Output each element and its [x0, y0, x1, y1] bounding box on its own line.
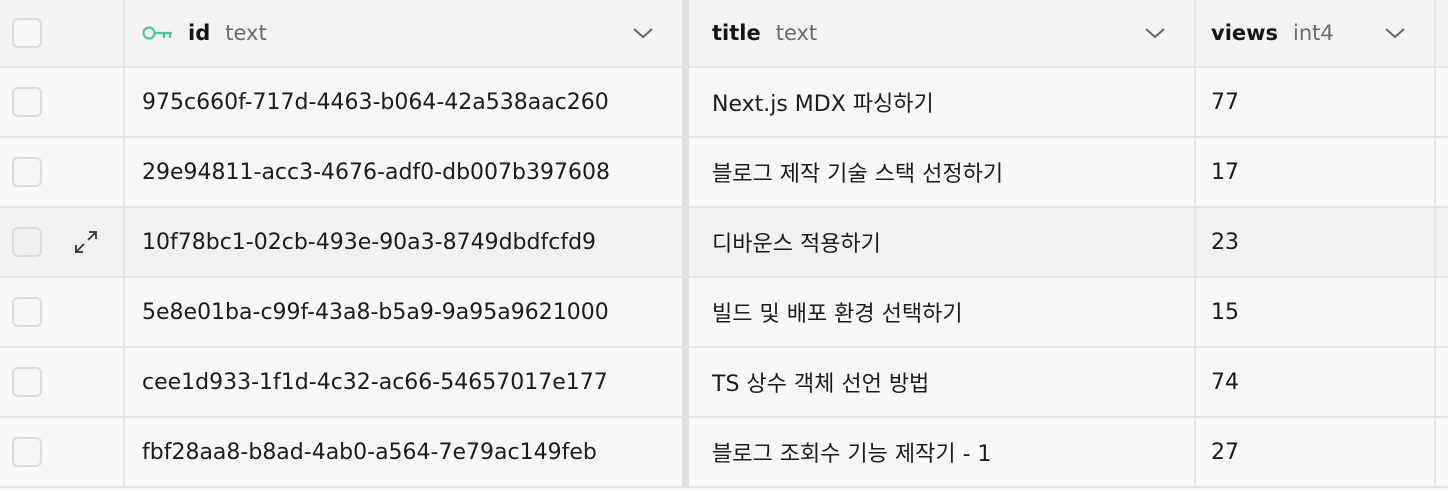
column-name: title: [712, 21, 761, 45]
cell-id[interactable]: 29e94811-acc3-4676-adf0-db007b397608: [125, 138, 689, 206]
row-checkbox[interactable]: [12, 367, 42, 397]
row-filler: [1436, 418, 1448, 486]
table-row[interactable]: 10f78bc1-02cb-493e-90a3-8749dbdfcfd9 디바운…: [0, 208, 1448, 278]
header-filler: [1436, 0, 1448, 66]
row-checkbox[interactable]: [12, 157, 42, 187]
cell-title[interactable]: 디바운스 적용하기: [689, 208, 1196, 276]
row-select-cell: [0, 208, 125, 276]
table-grid: id text title text views int4 975c660f-7: [0, 0, 1448, 490]
cell-views[interactable]: 27: [1196, 418, 1436, 486]
cell-views[interactable]: 15: [1196, 278, 1436, 346]
chevron-down-icon[interactable]: [632, 26, 654, 40]
cell-id[interactable]: 975c660f-717d-4463-b064-42a538aac260: [125, 68, 689, 136]
column-header-views[interactable]: views int4: [1196, 0, 1436, 66]
column-header-title[interactable]: title text: [689, 0, 1196, 66]
row-select-cell: [0, 418, 125, 486]
column-name: id: [188, 21, 211, 45]
row-select-cell: [0, 278, 125, 346]
row-select-cell: [0, 138, 125, 206]
column-name: views: [1211, 21, 1279, 45]
cell-views[interactable]: 17: [1196, 138, 1436, 206]
expand-icon[interactable]: [72, 228, 100, 256]
row-select-cell: [0, 68, 125, 136]
row-filler: [1436, 278, 1448, 346]
cell-id[interactable]: cee1d933-1f1d-4c32-ac66-54657017e177: [125, 348, 689, 416]
table-row[interactable]: cee1d933-1f1d-4c32-ac66-54657017e177 TS …: [0, 348, 1448, 418]
cell-views[interactable]: 23: [1196, 208, 1436, 276]
row-filler: [1436, 138, 1448, 206]
table-row[interactable]: 29e94811-acc3-4676-adf0-db007b397608 블로그…: [0, 138, 1448, 208]
row-filler: [1436, 348, 1448, 416]
column-type: text: [775, 21, 818, 45]
row-select-cell: [0, 348, 125, 416]
header-select-cell: [0, 0, 125, 66]
chevron-down-icon[interactable]: [1384, 26, 1406, 40]
table-header: id text title text views int4: [0, 0, 1448, 68]
table-row[interactable]: 975c660f-717d-4463-b064-42a538aac260 Nex…: [0, 68, 1448, 138]
cell-title[interactable]: 블로그 조회수 기능 제작기 - 1: [689, 418, 1196, 486]
cell-title[interactable]: TS 상수 객체 선언 방법: [689, 348, 1196, 416]
cell-title[interactable]: Next.js MDX 파싱하기: [689, 68, 1196, 136]
cell-id[interactable]: 10f78bc1-02cb-493e-90a3-8749dbdfcfd9: [125, 208, 689, 276]
row-checkbox[interactable]: [12, 227, 42, 257]
chevron-down-icon[interactable]: [1144, 26, 1166, 40]
cell-views[interactable]: 74: [1196, 348, 1436, 416]
cell-id[interactable]: 5e8e01ba-c99f-43a8-b5a9-9a95a9621000: [125, 278, 689, 346]
cell-views[interactable]: 77: [1196, 68, 1436, 136]
row-checkbox[interactable]: [12, 87, 42, 117]
row-checkbox[interactable]: [12, 437, 42, 467]
cell-title[interactable]: 빌드 및 배포 환경 선택하기: [689, 278, 1196, 346]
row-checkbox[interactable]: [12, 297, 42, 327]
column-type: int4: [1293, 21, 1334, 45]
column-type: text: [225, 21, 267, 45]
table-row[interactable]: fbf28aa8-b8ad-4ab0-a564-7e79ac149feb 블로그…: [0, 418, 1448, 488]
cell-title[interactable]: 블로그 제작 기술 스택 선정하기: [689, 138, 1196, 206]
column-header-id[interactable]: id text: [125, 0, 689, 66]
row-filler: [1436, 68, 1448, 136]
key-icon: [142, 26, 172, 40]
row-filler: [1436, 208, 1448, 276]
table-row[interactable]: 5e8e01ba-c99f-43a8-b5a9-9a95a9621000 빌드 …: [0, 278, 1448, 348]
select-all-checkbox[interactable]: [12, 18, 42, 48]
cell-id[interactable]: fbf28aa8-b8ad-4ab0-a564-7e79ac149feb: [125, 418, 689, 486]
